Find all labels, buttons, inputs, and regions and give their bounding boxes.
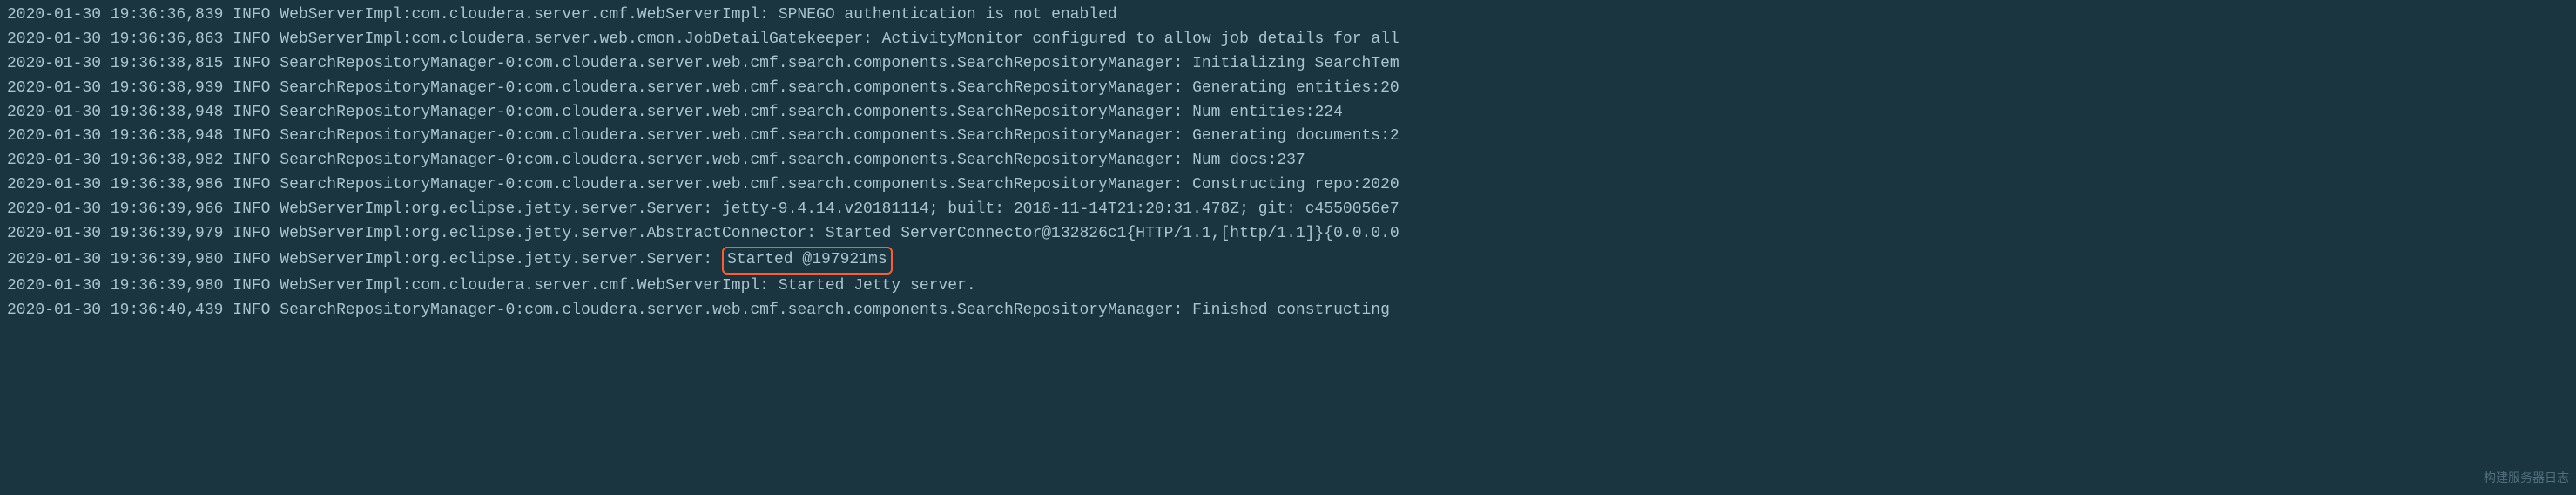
log-source: SearchRepositoryManager-0:com.cloudera.s… xyxy=(280,152,1183,169)
log-message: Num entities:224 xyxy=(1192,104,1343,121)
log-level: INFO xyxy=(233,55,270,72)
log-message: Finished constructing xyxy=(1192,302,1390,319)
log-source: SearchRepositoryManager-0:com.cloudera.s… xyxy=(280,104,1183,121)
log-message: Initializing SearchTem xyxy=(1192,55,1399,72)
log-line: 2020-01-30 19:36:38,948 INFO SearchRepos… xyxy=(7,101,2569,125)
log-timestamp: 2020-01-30 19:36:40,439 xyxy=(7,302,223,319)
log-source: WebServerImpl:org.eclipse.jetty.server.S… xyxy=(280,251,712,268)
log-level: INFO xyxy=(233,31,270,48)
log-timestamp: 2020-01-30 19:36:38,948 xyxy=(7,104,223,121)
log-line: 2020-01-30 19:36:38,982 INFO SearchRepos… xyxy=(7,149,2569,173)
log-timestamp: 2020-01-30 19:36:36,863 xyxy=(7,31,223,48)
log-message: SPNEGO authentication is not enabled xyxy=(779,6,1117,24)
log-line: 2020-01-30 19:36:38,948 INFO SearchRepos… xyxy=(7,125,2569,149)
log-level: INFO xyxy=(233,104,270,121)
log-timestamp: 2020-01-30 19:36:38,948 xyxy=(7,127,223,145)
log-line: 2020-01-30 19:36:39,980 INFO WebServerIm… xyxy=(7,247,2569,275)
log-line: 2020-01-30 19:36:39,966 INFO WebServerIm… xyxy=(7,198,2569,222)
log-source: SearchRepositoryManager-0:com.cloudera.s… xyxy=(280,127,1183,145)
log-source: SearchRepositoryManager-0:com.cloudera.s… xyxy=(280,302,1183,319)
log-source: WebServerImpl:org.eclipse.jetty.server.A… xyxy=(280,225,816,242)
log-line: 2020-01-30 19:36:36,839 INFO WebServerIm… xyxy=(7,3,2569,28)
log-line: 2020-01-30 19:36:36,863 INFO WebServerIm… xyxy=(7,28,2569,52)
log-level: INFO xyxy=(233,79,270,97)
log-line: 2020-01-30 19:36:40,439 INFO SearchRepos… xyxy=(7,299,2569,323)
log-message: Num docs:237 xyxy=(1192,152,1305,169)
log-source: WebServerImpl:org.eclipse.jetty.server.S… xyxy=(280,200,712,218)
log-message: Started ServerConnector@132826c1{HTTP/1.… xyxy=(826,225,1399,242)
log-source: SearchRepositoryManager-0:com.cloudera.s… xyxy=(280,176,1183,193)
log-level: INFO xyxy=(233,6,270,24)
log-line: 2020-01-30 19:36:38,986 INFO SearchRepos… xyxy=(7,173,2569,198)
log-level: INFO xyxy=(233,302,270,319)
log-timestamp: 2020-01-30 19:36:39,966 xyxy=(7,200,223,218)
log-timestamp: 2020-01-30 19:36:38,815 xyxy=(7,55,223,72)
log-source: SearchRepositoryManager-0:com.cloudera.s… xyxy=(280,55,1183,72)
log-timestamp: 2020-01-30 19:36:38,982 xyxy=(7,152,223,169)
log-level: INFO xyxy=(233,225,270,242)
log-message: Started Jetty server. xyxy=(779,277,976,295)
log-timestamp: 2020-01-30 19:36:38,986 xyxy=(7,176,223,193)
log-timestamp: 2020-01-30 19:36:39,980 xyxy=(7,251,223,268)
log-line: 2020-01-30 19:36:38,939 INFO SearchRepos… xyxy=(7,77,2569,101)
watermark-text: 构建服务器日志 xyxy=(2484,471,2569,490)
log-message: jetty-9.4.14.v20181114; built: 2018-11-1… xyxy=(722,200,1399,218)
log-message: Generating entities:20 xyxy=(1192,79,1399,97)
log-output: 2020-01-30 19:36:36,839 INFO WebServerIm… xyxy=(7,3,2569,323)
log-source: WebServerImpl:com.cloudera.server.web.cm… xyxy=(280,31,873,48)
log-level: INFO xyxy=(233,127,270,145)
log-source: WebServerImpl:com.cloudera.server.cmf.We… xyxy=(280,277,769,295)
log-timestamp: 2020-01-30 19:36:39,979 xyxy=(7,225,223,242)
log-message: ActivityMonitor configured to allow job … xyxy=(882,31,1399,48)
log-level: INFO xyxy=(233,200,270,218)
log-source: SearchRepositoryManager-0:com.cloudera.s… xyxy=(280,79,1183,97)
log-timestamp: 2020-01-30 19:36:38,939 xyxy=(7,79,223,97)
log-message: Constructing repo:2020 xyxy=(1192,176,1399,193)
log-level: INFO xyxy=(233,176,270,193)
log-message-highlighted: Started @197921ms xyxy=(722,247,893,275)
log-level: INFO xyxy=(233,152,270,169)
log-line: 2020-01-30 19:36:38,815 INFO SearchRepos… xyxy=(7,52,2569,77)
log-message: Generating documents:2 xyxy=(1192,127,1399,145)
log-level: INFO xyxy=(233,251,270,268)
log-line: 2020-01-30 19:36:39,979 INFO WebServerIm… xyxy=(7,222,2569,247)
log-line: 2020-01-30 19:36:39,980 INFO WebServerIm… xyxy=(7,275,2569,299)
log-source: WebServerImpl:com.cloudera.server.cmf.We… xyxy=(280,6,769,24)
log-timestamp: 2020-01-30 19:36:36,839 xyxy=(7,6,223,24)
log-level: INFO xyxy=(233,277,270,295)
log-timestamp: 2020-01-30 19:36:39,980 xyxy=(7,277,223,295)
